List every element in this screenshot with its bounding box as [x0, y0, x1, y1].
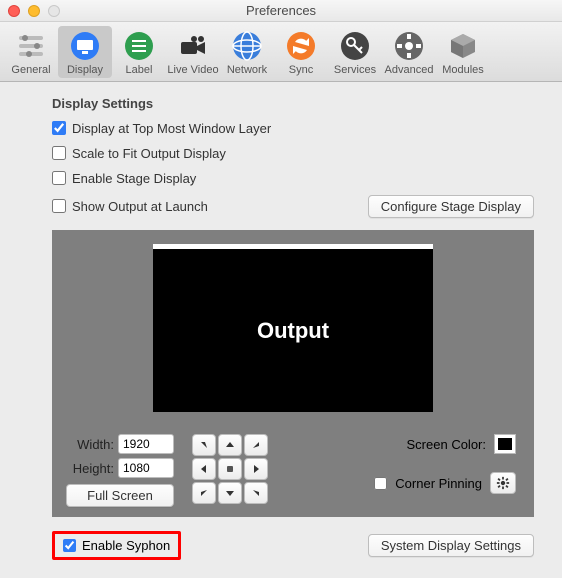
title-bar: Preferences	[0, 0, 562, 22]
width-input[interactable]	[118, 434, 174, 454]
tab-label: Services	[334, 64, 376, 76]
tab-display[interactable]: Display	[58, 26, 112, 78]
checkbox-stage-display[interactable]	[52, 171, 66, 185]
sliders-icon	[15, 30, 47, 62]
height-label: Height:	[66, 461, 114, 476]
option-label: Show Output at Launch	[72, 199, 208, 214]
camera-icon	[177, 30, 209, 62]
preferences-toolbar: General Display Label Live Video Network…	[0, 22, 562, 82]
enable-syphon-label: Enable Syphon	[82, 538, 170, 553]
tab-advanced[interactable]: Advanced	[382, 26, 436, 78]
height-input[interactable]	[118, 458, 174, 478]
tab-live-video[interactable]: Live Video	[166, 26, 220, 78]
option-show-launch[interactable]: Show Output at Launch	[52, 195, 208, 217]
tab-sync[interactable]: Sync	[274, 26, 328, 78]
configure-stage-button[interactable]: Configure Stage Display	[368, 195, 534, 218]
width-label: Width:	[66, 437, 114, 452]
screen-color-label: Screen Color:	[407, 437, 486, 452]
tab-general[interactable]: General	[4, 26, 58, 78]
tab-label: Network	[227, 64, 267, 76]
window-title: Preferences	[0, 3, 562, 18]
display-settings-panel: Display Settings Display at Top Most Win…	[0, 82, 562, 570]
arrow-up-left[interactable]	[192, 434, 216, 456]
corner-pinning-label: Corner Pinning	[395, 476, 482, 491]
option-stage-display[interactable]: Enable Stage Display	[52, 167, 534, 189]
full-screen-button[interactable]: Full Screen	[66, 484, 174, 507]
tab-label: Advanced	[385, 64, 434, 76]
list-icon	[123, 30, 155, 62]
arrow-up[interactable]	[218, 434, 242, 456]
arrow-down-left[interactable]	[192, 482, 216, 504]
tab-modules[interactable]: Modules	[436, 26, 490, 78]
enable-syphon-highlight: Enable Syphon	[52, 531, 181, 560]
dimension-controls: Width: Height: Full Screen	[66, 434, 174, 507]
screen-color-swatch[interactable]	[494, 434, 516, 454]
arrow-down[interactable]	[218, 482, 242, 504]
section-title: Display Settings	[52, 96, 534, 111]
option-label: Scale to Fit Output Display	[72, 146, 226, 161]
system-display-settings-button[interactable]: System Display Settings	[368, 534, 534, 557]
key-icon	[339, 30, 371, 62]
tab-label: Modules	[442, 64, 484, 76]
tab-label: Display	[67, 64, 103, 76]
arrow-down-right[interactable]	[244, 482, 268, 504]
output-preview-area: Output Width: Height: Full Screen	[52, 230, 534, 517]
checkbox-enable-syphon[interactable]	[63, 539, 76, 552]
center-button[interactable]	[218, 458, 242, 480]
position-pad	[192, 434, 268, 507]
checkbox-scale-fit[interactable]	[52, 146, 66, 160]
corner-pinning-row: Corner Pinning	[374, 472, 516, 494]
tab-label-pref[interactable]: Label	[112, 26, 166, 78]
checkbox-top-most[interactable]	[52, 121, 66, 135]
tab-label: Live Video	[167, 64, 218, 76]
option-top-most[interactable]: Display at Top Most Window Layer	[52, 117, 534, 139]
box-icon	[447, 30, 479, 62]
output-preview[interactable]: Output	[153, 244, 433, 412]
tab-label: General	[11, 64, 50, 76]
tab-label: Label	[126, 64, 153, 76]
option-label: Enable Stage Display	[72, 171, 196, 186]
screen-color-row: Screen Color:	[407, 434, 516, 454]
arrow-up-right[interactable]	[244, 434, 268, 456]
corner-pinning-settings-button[interactable]	[490, 472, 516, 494]
globe-icon	[231, 30, 263, 62]
option-label: Display at Top Most Window Layer	[72, 121, 271, 136]
display-icon	[69, 30, 101, 62]
output-label: Output	[257, 318, 329, 344]
sync-icon	[285, 30, 317, 62]
tab-services[interactable]: Services	[328, 26, 382, 78]
arrow-left[interactable]	[192, 458, 216, 480]
checkbox-corner-pinning[interactable]	[374, 477, 387, 490]
tab-label: Sync	[289, 64, 313, 76]
arrow-right[interactable]	[244, 458, 268, 480]
tab-network[interactable]: Network	[220, 26, 274, 78]
gear-icon	[393, 30, 425, 62]
option-scale-fit[interactable]: Scale to Fit Output Display	[52, 142, 534, 164]
checkbox-show-launch[interactable]	[52, 199, 66, 213]
